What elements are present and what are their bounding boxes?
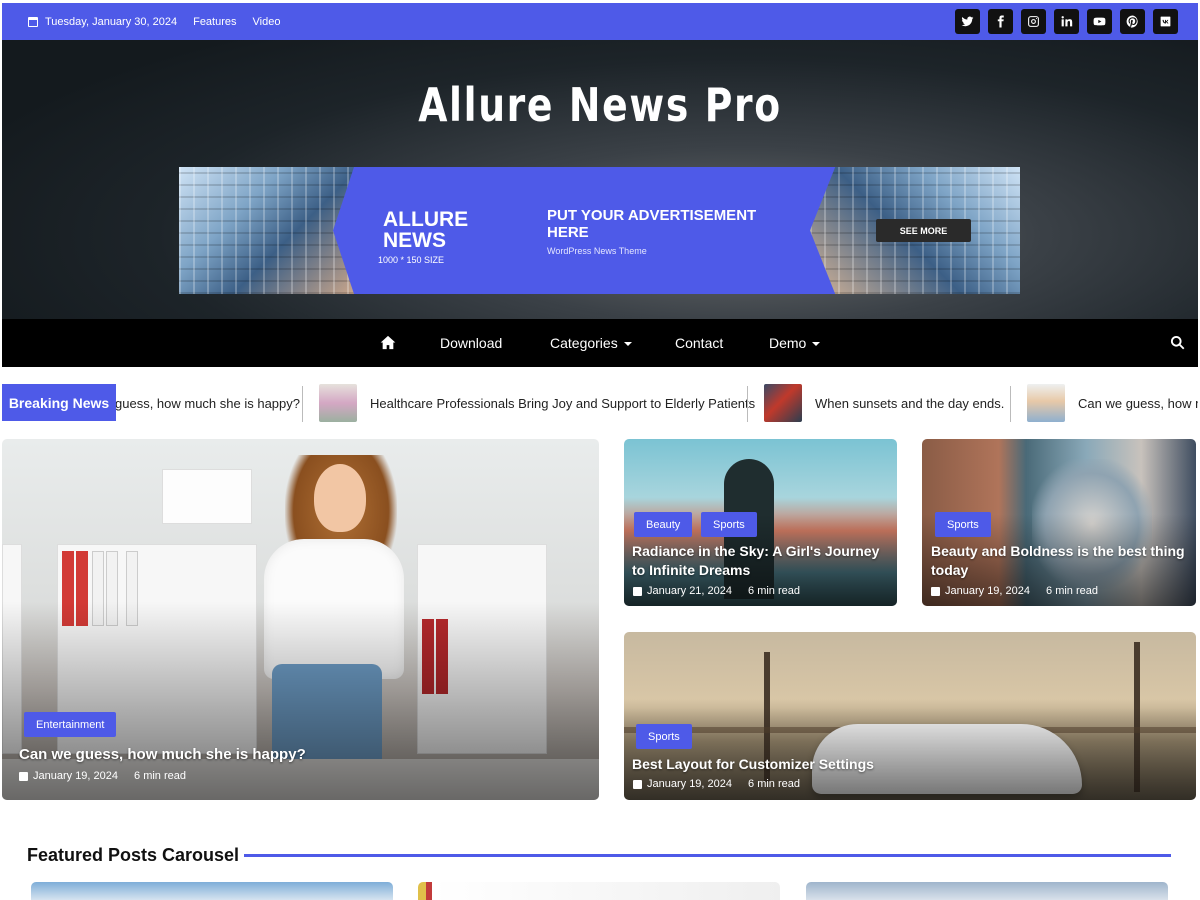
vk-icon[interactable] (1153, 9, 1178, 34)
post-card-main[interactable]: Entertainment Can we guess, how much she… (2, 439, 599, 800)
ticker-item[interactable]: Healthcare Professionals Bring Joy and S… (319, 383, 755, 423)
read-time: 6 min read (748, 778, 800, 790)
breaking-news-ticker: Breaking News guess, how much she is hap… (2, 383, 1198, 423)
nav-item-contact[interactable]: Contact (675, 335, 723, 351)
site-header: Allure News Pro ALLURE NEWS 1000 * 150 S… (2, 40, 1198, 319)
post-meta: January 19, 2024 6 min read (19, 770, 186, 782)
post-card[interactable]: Beauty Sports Radiance in the Sky: A Gir… (624, 439, 897, 606)
post-meta: January 19, 2024 6 min read (633, 778, 800, 790)
nav-item-demo[interactable]: Demo (769, 335, 821, 351)
home-icon[interactable] (380, 335, 396, 350)
read-time: 6 min read (134, 770, 186, 782)
advertisement-banner[interactable]: ALLURE NEWS 1000 * 150 SIZE PUT YOUR ADV… (179, 167, 1020, 294)
category-tag[interactable]: Sports (701, 512, 757, 537)
banner-brand: ALLURE NEWS (383, 209, 468, 251)
twitter-icon[interactable] (955, 9, 980, 34)
carousel-post-thumbnail[interactable] (31, 882, 393, 900)
ticker-divider (747, 386, 748, 422)
nav-item-label: Demo (769, 335, 807, 351)
search-icon[interactable] (1170, 335, 1185, 350)
calendar-icon (633, 586, 642, 596)
post-date: January 19, 2024 (19, 770, 118, 782)
ticker-item[interactable]: Can we guess, how m (1027, 383, 1198, 423)
nav-item-label: Download (440, 335, 503, 351)
chevron-down-icon (812, 342, 821, 346)
pinterest-icon[interactable] (1120, 9, 1145, 34)
post-date: January 19, 2024 (931, 585, 1030, 597)
ticker-item-text: Healthcare Professionals Bring Joy and S… (370, 395, 756, 411)
top-link-features[interactable]: Features (193, 16, 236, 28)
read-time: 6 min read (1046, 585, 1098, 597)
post-title[interactable]: Beauty and Boldness is the best thing to… (931, 542, 1186, 580)
social-links (955, 9, 1178, 34)
banner-size-text: 1000 * 150 SIZE (378, 255, 445, 265)
category-tag[interactable]: Beauty (634, 512, 693, 537)
post-title[interactable]: Can we guess, how much she is happy? (19, 745, 306, 764)
post-date-text: January 21, 2024 (647, 585, 733, 597)
read-time: 6 min read (748, 585, 800, 597)
post-meta: January 19, 2024 6 min read (931, 585, 1098, 597)
youtube-icon[interactable] (1087, 9, 1112, 34)
instagram-icon[interactable] (1021, 9, 1046, 34)
calendar-icon (633, 779, 642, 789)
nav-item-label: Categories (550, 335, 618, 351)
facebook-icon[interactable] (988, 9, 1013, 34)
post-date-text: January 19, 2024 (945, 585, 1031, 597)
ticker-item[interactable]: guess, how much she is happy? (115, 383, 300, 423)
post-date-text: January 19, 2024 (33, 770, 119, 782)
ticker-divider (1010, 386, 1011, 422)
current-date: Tuesday, January 30, 2024 (28, 16, 177, 28)
post-card[interactable]: Sports Beauty and Boldness is the best t… (922, 439, 1196, 606)
ticker-thumbnail (319, 384, 357, 422)
date-text: Tuesday, January 30, 2024 (45, 15, 178, 28)
post-date-text: January 19, 2024 (647, 778, 733, 790)
top-bar-meta: Tuesday, January 30, 2024 Features Video (2, 16, 280, 28)
calendar-icon (19, 771, 28, 781)
chevron-down-icon (623, 342, 632, 346)
top-link-video[interactable]: Video (253, 16, 281, 28)
linkedin-icon[interactable] (1054, 9, 1079, 34)
post-meta: January 21, 2024 6 min read (633, 585, 800, 597)
post-date: January 19, 2024 (633, 778, 732, 790)
category-tag[interactable]: Entertainment (24, 712, 117, 737)
calendar-icon (931, 586, 940, 596)
banner-headline: PUT YOUR ADVERTISEMENT HERE (547, 207, 757, 241)
carousel-post-thumbnail[interactable] (806, 882, 1168, 900)
calendar-icon (28, 16, 38, 27)
ticker-thumbnail (1027, 384, 1065, 422)
post-date: January 21, 2024 (633, 585, 732, 597)
ticker-item-text: When sunsets and the day ends. (815, 395, 1005, 411)
featured-section-title: Featured Posts Carousel (27, 845, 240, 865)
banner-brand-line1: ALLURE (383, 208, 469, 231)
ticker-item-text: Can we guess, how m (1078, 395, 1198, 411)
banner-subtitle: WordPress News Theme (547, 246, 647, 256)
building-image-left (179, 167, 354, 294)
breaking-news-label: Breaking News (2, 384, 116, 421)
nav-item-download[interactable]: Download (440, 335, 502, 351)
main-navigation: Download Categories Contact Demo (2, 319, 1198, 367)
site-title[interactable]: Allure News Pro (110, 78, 1091, 132)
post-title[interactable]: Radiance in the Sky: A Girl's Journey to… (632, 542, 892, 580)
nav-item-label: Contact (675, 335, 724, 351)
category-tag[interactable]: Sports (636, 724, 692, 749)
carousel-post-thumbnail[interactable] (418, 882, 780, 900)
post-card[interactable]: Sports Best Layout for Customizer Settin… (624, 632, 1196, 800)
nav-item-categories[interactable]: Categories (550, 335, 632, 351)
image-overlay (624, 632, 1196, 800)
ticker-divider (302, 386, 303, 422)
section-divider (244, 854, 1171, 857)
category-tag[interactable]: Sports (935, 512, 991, 537)
ticker-item[interactable]: When sunsets and the day ends. (764, 383, 1004, 423)
see-more-button[interactable]: SEE MORE (876, 219, 971, 242)
ticker-item-text: guess, how much she is happy? (115, 395, 300, 411)
banner-brand-line2: NEWS (383, 229, 446, 252)
post-title[interactable]: Best Layout for Customizer Settings (632, 755, 874, 774)
top-bar: Tuesday, January 30, 2024 Features Video (2, 3, 1198, 40)
ticker-thumbnail (764, 384, 802, 422)
